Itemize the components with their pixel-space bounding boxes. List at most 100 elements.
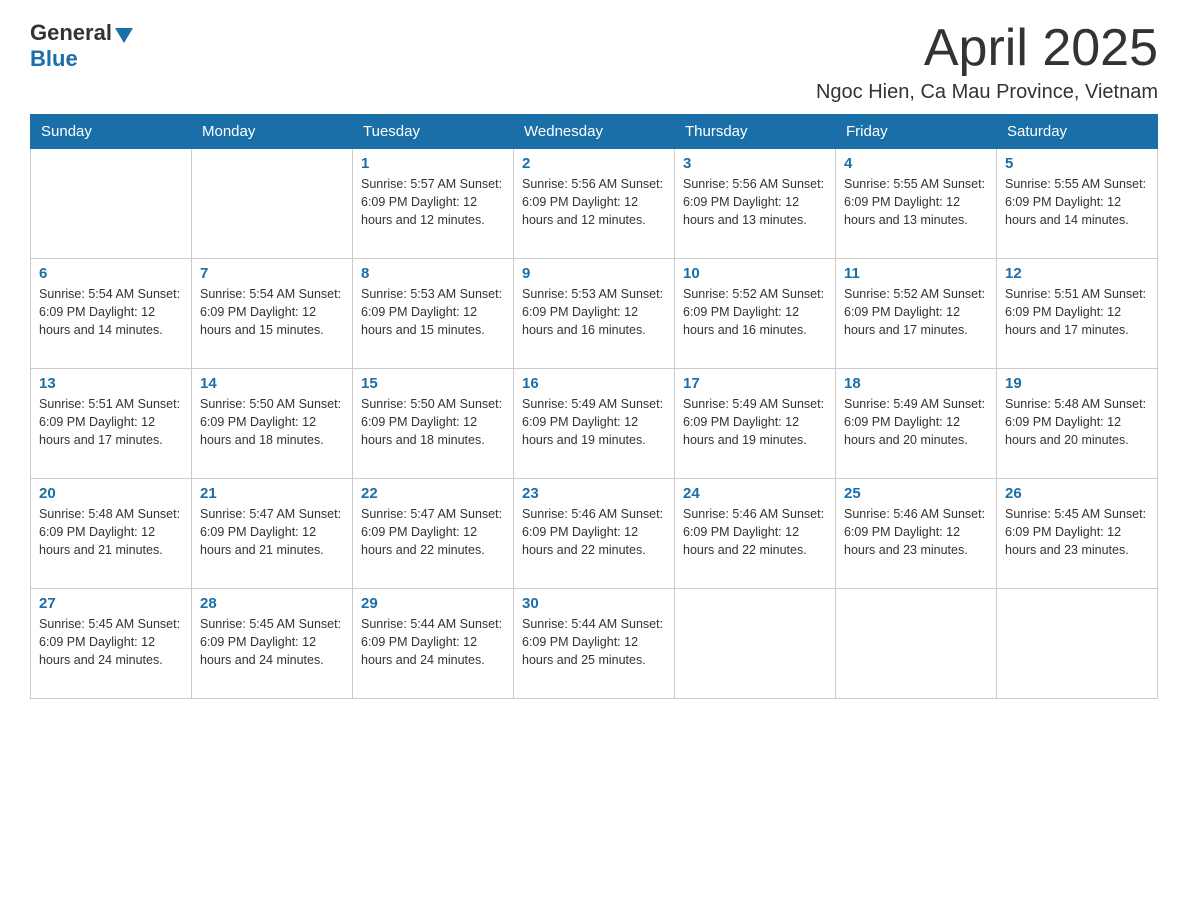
- calendar-day-header: Saturday: [997, 115, 1158, 149]
- day-info: Sunrise: 5:54 AM Sunset: 6:09 PM Dayligh…: [39, 285, 183, 339]
- day-info: Sunrise: 5:47 AM Sunset: 6:09 PM Dayligh…: [200, 505, 344, 559]
- calendar-day-header: Tuesday: [353, 115, 514, 149]
- calendar-cell: [192, 149, 353, 259]
- calendar-cell: 25 Sunrise: 5:46 AM Sunset: 6:09 PM Dayli…: [836, 479, 997, 589]
- day-info: Sunrise: 5:49 AM Sunset: 6:09 PM Dayligh…: [522, 395, 666, 449]
- calendar-day-header: Thursday: [675, 115, 836, 149]
- calendar-table: SundayMondayTuesdayWednesdayThursdayFrid…: [30, 114, 1158, 699]
- day-number: 14: [200, 375, 344, 392]
- calendar-week-row: 13 Sunrise: 5:51 AM Sunset: 6:09 PM Dayli…: [31, 369, 1158, 479]
- calendar-cell: 11 Sunrise: 5:52 AM Sunset: 6:09 PM Dayli…: [836, 259, 997, 369]
- calendar-day-header: Wednesday: [514, 115, 675, 149]
- logo: General Blue: [30, 20, 133, 72]
- day-number: 13: [39, 375, 183, 392]
- day-number: 29: [361, 595, 505, 612]
- day-number: 17: [683, 375, 827, 392]
- day-number: 28: [200, 595, 344, 612]
- day-info: Sunrise: 5:45 AM Sunset: 6:09 PM Dayligh…: [200, 615, 344, 669]
- logo-triangle-icon: [115, 28, 133, 43]
- calendar-week-row: 1 Sunrise: 5:57 AM Sunset: 6:09 PM Daylig…: [31, 149, 1158, 259]
- calendar-cell: 7 Sunrise: 5:54 AM Sunset: 6:09 PM Daylig…: [192, 259, 353, 369]
- logo-blue-text: Blue: [30, 46, 78, 71]
- day-info: Sunrise: 5:53 AM Sunset: 6:09 PM Dayligh…: [361, 285, 505, 339]
- calendar-week-row: 27 Sunrise: 5:45 AM Sunset: 6:09 PM Dayli…: [31, 589, 1158, 699]
- calendar-cell: 12Sunrise: 5:51 AM Sunset: 6:09 PM Dayli…: [997, 259, 1158, 369]
- day-info: Sunrise: 5:52 AM Sunset: 6:09 PM Dayligh…: [844, 285, 988, 339]
- day-info: Sunrise: 5:56 AM Sunset: 6:09 PM Dayligh…: [683, 175, 827, 229]
- day-number: 5: [1005, 155, 1149, 172]
- calendar-cell: 15Sunrise: 5:50 AM Sunset: 6:09 PM Dayli…: [353, 369, 514, 479]
- calendar-cell: 2 Sunrise: 5:56 AM Sunset: 6:09 PM Daylig…: [514, 149, 675, 259]
- day-number: 9: [522, 265, 666, 282]
- day-number: 18: [844, 375, 988, 392]
- day-info: Sunrise: 5:45 AM Sunset: 6:09 PM Dayligh…: [1005, 505, 1149, 559]
- day-number: 4: [844, 155, 988, 172]
- day-info: Sunrise: 5:51 AM Sunset: 6:09 PM Dayligh…: [39, 395, 183, 449]
- calendar-cell: 16 Sunrise: 5:49 AM Sunset: 6:09 PM Dayli…: [514, 369, 675, 479]
- calendar-cell: 5 Sunrise: 5:55 AM Sunset: 6:09 PM Daylig…: [997, 149, 1158, 259]
- calendar-cell: 26Sunrise: 5:45 AM Sunset: 6:09 PM Dayli…: [997, 479, 1158, 589]
- calendar-cell: 27 Sunrise: 5:45 AM Sunset: 6:09 PM Dayli…: [31, 589, 192, 699]
- calendar-cell: [836, 589, 997, 699]
- calendar-cell: 23Sunrise: 5:46 AM Sunset: 6:09 PM Dayli…: [514, 479, 675, 589]
- calendar-cell: 30 Sunrise: 5:44 AM Sunset: 6:09 PM Dayli…: [514, 589, 675, 699]
- day-number: 16: [522, 375, 666, 392]
- day-number: 7: [200, 265, 344, 282]
- calendar-cell: [675, 589, 836, 699]
- calendar-cell: 24 Sunrise: 5:46 AM Sunset: 6:09 PM Dayli…: [675, 479, 836, 589]
- calendar-day-header: Monday: [192, 115, 353, 149]
- calendar-cell: 8 Sunrise: 5:53 AM Sunset: 6:09 PM Daylig…: [353, 259, 514, 369]
- calendar-cell: 10Sunrise: 5:52 AM Sunset: 6:09 PM Dayli…: [675, 259, 836, 369]
- calendar-cell: 19Sunrise: 5:48 AM Sunset: 6:09 PM Dayli…: [997, 369, 1158, 479]
- day-info: Sunrise: 5:45 AM Sunset: 6:09 PM Dayligh…: [39, 615, 183, 669]
- day-info: Sunrise: 5:56 AM Sunset: 6:09 PM Dayligh…: [522, 175, 666, 229]
- logo-general-text: General: [30, 20, 112, 46]
- calendar-cell: 1 Sunrise: 5:57 AM Sunset: 6:09 PM Daylig…: [353, 149, 514, 259]
- calendar-day-header: Sunday: [31, 115, 192, 149]
- day-number: 30: [522, 595, 666, 612]
- calendar-day-header: Friday: [836, 115, 997, 149]
- calendar-cell: [997, 589, 1158, 699]
- day-number: 25: [844, 485, 988, 502]
- day-info: Sunrise: 5:44 AM Sunset: 6:09 PM Dayligh…: [361, 615, 505, 669]
- day-number: 6: [39, 265, 183, 282]
- calendar-cell: 21Sunrise: 5:47 AM Sunset: 6:09 PM Dayli…: [192, 479, 353, 589]
- day-number: 2: [522, 155, 666, 172]
- calendar-cell: 29 Sunrise: 5:44 AM Sunset: 6:09 PM Dayli…: [353, 589, 514, 699]
- day-number: 10: [683, 265, 827, 282]
- day-info: Sunrise: 5:44 AM Sunset: 6:09 PM Dayligh…: [522, 615, 666, 669]
- calendar-cell: [31, 149, 192, 259]
- day-number: 3: [683, 155, 827, 172]
- day-info: Sunrise: 5:48 AM Sunset: 6:09 PM Dayligh…: [39, 505, 183, 559]
- calendar-header-row: SundayMondayTuesdayWednesdayThursdayFrid…: [31, 115, 1158, 149]
- day-number: 1: [361, 155, 505, 172]
- calendar-week-row: 20Sunrise: 5:48 AM Sunset: 6:09 PM Dayli…: [31, 479, 1158, 589]
- day-info: Sunrise: 5:57 AM Sunset: 6:09 PM Dayligh…: [361, 175, 505, 229]
- calendar-cell: 3 Sunrise: 5:56 AM Sunset: 6:09 PM Daylig…: [675, 149, 836, 259]
- day-number: 22: [361, 485, 505, 502]
- day-info: Sunrise: 5:55 AM Sunset: 6:09 PM Dayligh…: [844, 175, 988, 229]
- day-number: 27: [39, 595, 183, 612]
- day-info: Sunrise: 5:53 AM Sunset: 6:09 PM Dayligh…: [522, 285, 666, 339]
- calendar-cell: 6 Sunrise: 5:54 AM Sunset: 6:09 PM Daylig…: [31, 259, 192, 369]
- month-title: April 2025: [816, 20, 1158, 77]
- calendar-cell: 4 Sunrise: 5:55 AM Sunset: 6:09 PM Daylig…: [836, 149, 997, 259]
- day-number: 8: [361, 265, 505, 282]
- day-info: Sunrise: 5:46 AM Sunset: 6:09 PM Dayligh…: [683, 505, 827, 559]
- day-info: Sunrise: 5:54 AM Sunset: 6:09 PM Dayligh…: [200, 285, 344, 339]
- title-block: April 2025 Ngoc Hien, Ca Mau Province, V…: [816, 20, 1158, 104]
- page-header: General Blue April 2025 Ngoc Hien, Ca Ma…: [30, 20, 1158, 104]
- calendar-cell: 18 Sunrise: 5:49 AM Sunset: 6:09 PM Dayli…: [836, 369, 997, 479]
- calendar-cell: 17Sunrise: 5:49 AM Sunset: 6:09 PM Dayli…: [675, 369, 836, 479]
- day-info: Sunrise: 5:55 AM Sunset: 6:09 PM Dayligh…: [1005, 175, 1149, 229]
- day-number: 11: [844, 265, 988, 282]
- calendar-cell: 22 Sunrise: 5:47 AM Sunset: 6:09 PM Dayli…: [353, 479, 514, 589]
- day-info: Sunrise: 5:50 AM Sunset: 6:09 PM Dayligh…: [361, 395, 505, 449]
- day-number: 24: [683, 485, 827, 502]
- calendar-cell: 13 Sunrise: 5:51 AM Sunset: 6:09 PM Dayli…: [31, 369, 192, 479]
- day-info: Sunrise: 5:47 AM Sunset: 6:09 PM Dayligh…: [361, 505, 505, 559]
- day-info: Sunrise: 5:49 AM Sunset: 6:09 PM Dayligh…: [844, 395, 988, 449]
- day-info: Sunrise: 5:46 AM Sunset: 6:09 PM Dayligh…: [522, 505, 666, 559]
- calendar-week-row: 6 Sunrise: 5:54 AM Sunset: 6:09 PM Daylig…: [31, 259, 1158, 369]
- day-info: Sunrise: 5:46 AM Sunset: 6:09 PM Dayligh…: [844, 505, 988, 559]
